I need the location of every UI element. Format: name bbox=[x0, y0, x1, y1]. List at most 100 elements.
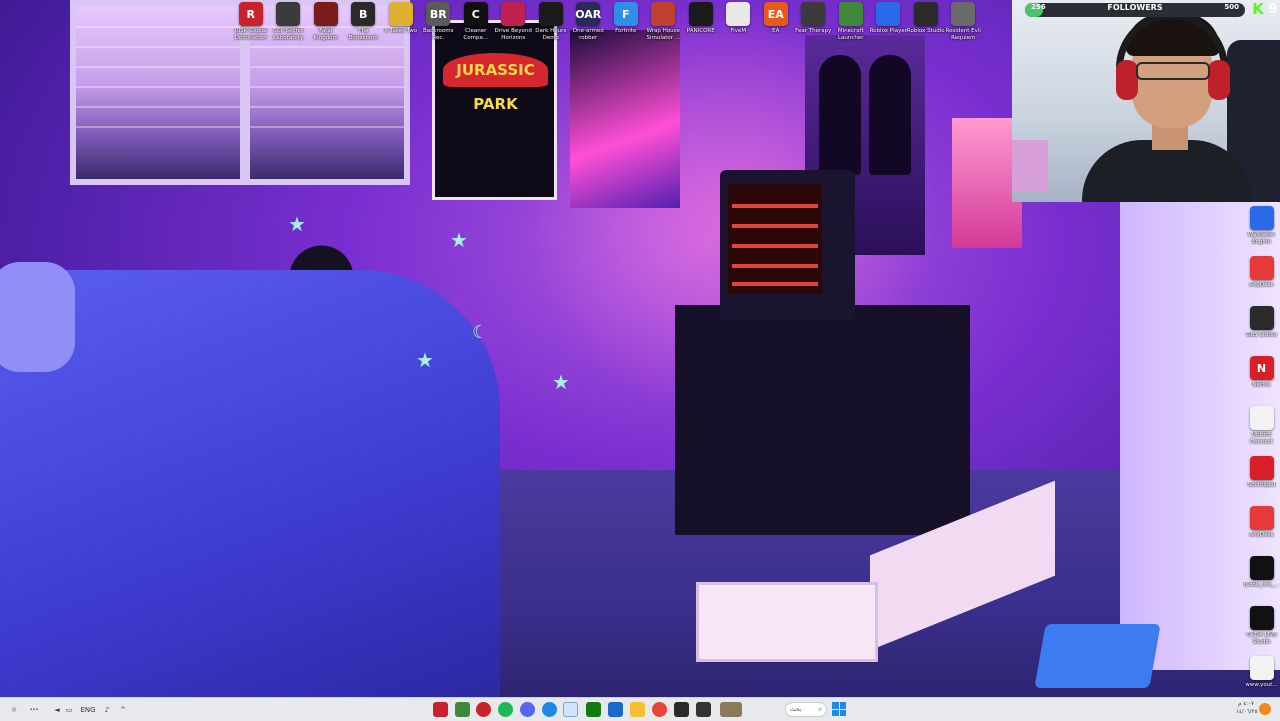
desktop-shortcut-label: Roblox Studio bbox=[906, 28, 945, 34]
desktop-shortcut[interactable]: SCP Secret Laboratory bbox=[270, 2, 308, 50]
taskbar-app-xbox-icon[interactable] bbox=[586, 702, 601, 717]
desktop-shortcut[interactable]: Dark Hours Demo bbox=[532, 2, 570, 50]
followers-label: FOLLOWERS bbox=[1107, 3, 1163, 12]
desktop-shortcut[interactable]: FiveM bbox=[720, 2, 758, 50]
app-icon bbox=[951, 2, 976, 26]
desktop-shortcut-label: Ubisoft Connect bbox=[1250, 432, 1273, 445]
taskbar-app-red-icon[interactable] bbox=[476, 702, 491, 717]
desktop-shortcut[interactable]: It Takes Two bbox=[382, 2, 420, 50]
desktop-shortcut[interactable]: Soundpad bbox=[1243, 456, 1280, 506]
desktop-shortcut[interactable]: AnyDesk bbox=[1243, 506, 1280, 556]
clock-time: ٤:٠٧ م bbox=[1238, 701, 1254, 707]
desktop-shortcut[interactable]: Fatal Kingdom bbox=[307, 2, 345, 50]
app-icon bbox=[1249, 306, 1274, 330]
desktop-shortcut-label: www.yout... bbox=[1245, 682, 1278, 688]
desktop-shortcut[interactable]: EA EA bbox=[757, 2, 795, 50]
desktop-shortcut-label: OBS Studio bbox=[1246, 332, 1277, 338]
app-icon bbox=[1249, 606, 1274, 630]
desktop-shortcut[interactable]: OAR One-armed robber bbox=[570, 2, 608, 50]
wallpaper-tv bbox=[720, 170, 855, 320]
tray-date-widget[interactable]: ••• bbox=[22, 702, 46, 717]
taskbar: ☼ ••• ◄ ▭ ENG ♪ ^ بحث ⌕ ٤:٠٧ م ١٤/٠٦/٢٥ bbox=[0, 697, 1280, 721]
desktop-icons-right-column: Wallpaper Engine AnyDesk OBS Studio N Netfli… bbox=[1243, 206, 1280, 706]
taskbar-app-terminal-icon[interactable] bbox=[674, 702, 689, 717]
network-icon[interactable]: ▭ bbox=[64, 702, 74, 717]
app-icon: R bbox=[238, 2, 263, 26]
desktop-shortcut-label: Drive Beyond Horizons bbox=[494, 28, 532, 41]
taskbar-app-risk-icon[interactable] bbox=[433, 702, 448, 717]
taskbar-app-store-icon[interactable] bbox=[608, 702, 623, 717]
headphone-left-cup bbox=[1116, 60, 1138, 100]
desktop-shortcut[interactable]: Resident Evil Requiem bbox=[945, 2, 983, 50]
desktop-shortcut[interactable]: Minecraft Launcher bbox=[832, 2, 870, 50]
taskbar-app-discord-icon[interactable] bbox=[520, 702, 535, 717]
app-icon: EA bbox=[763, 2, 788, 26]
desktop-shortcut-label: Minecraft Launcher bbox=[837, 28, 864, 41]
desktop-shortcut-label: Dark Hours Demo bbox=[535, 28, 567, 41]
taskbar-search-box[interactable]: بحث ⌕ bbox=[785, 702, 827, 717]
desktop-shortcut-label: AnyDesk bbox=[1249, 532, 1274, 538]
app-icon bbox=[1249, 206, 1274, 230]
desktop-shortcut-label: Netflix bbox=[1252, 382, 1271, 388]
taskbar-clock[interactable]: ٤:٠٧ م ١٤/٠٦/٢٥ bbox=[1236, 700, 1257, 720]
taskbar-app-minecraft-icon[interactable] bbox=[455, 702, 470, 717]
app-icon bbox=[1249, 656, 1274, 680]
speaker-icon[interactable]: ◄ bbox=[52, 702, 62, 717]
search-icon: ⌕ bbox=[818, 705, 822, 713]
webcam-wall-frame bbox=[1012, 140, 1048, 192]
desktop-shortcut[interactable]: F Fortnite bbox=[607, 2, 645, 50]
desktop-shortcut[interactable]: Ubisoft Connect bbox=[1243, 406, 1280, 456]
desktop-shortcut[interactable]: C Cleaner Compa... bbox=[457, 2, 495, 50]
desktop-shortcut[interactable]: tiktok_live_... bbox=[1243, 556, 1280, 606]
desktop-shortcut-label: Wallpaper Engine bbox=[1247, 232, 1276, 245]
kick-logo-icon: K bbox=[1252, 0, 1264, 18]
desktop-shortcut[interactable]: BR Backrooms Rec. bbox=[420, 2, 458, 50]
desktop-shortcut[interactable]: TikTok LIVE Studio bbox=[1243, 606, 1280, 656]
desktop-shortcut-label: tiktok_live_... bbox=[1243, 582, 1280, 588]
language-indicator[interactable]: ENG bbox=[80, 702, 96, 717]
desktop-shortcut[interactable]: PANICORE bbox=[682, 2, 720, 50]
desktop-shortcut[interactable]: Roblox Studio bbox=[907, 2, 945, 50]
desktop-shortcut[interactable]: Wallpaper Engine bbox=[1243, 206, 1280, 256]
headphone-right-cup bbox=[1208, 60, 1230, 100]
star-decoration-icon: ☾ bbox=[472, 322, 489, 343]
app-icon bbox=[1249, 456, 1274, 480]
app-icon bbox=[313, 2, 338, 26]
followers-goal-count: 500 bbox=[1224, 3, 1239, 11]
chevron-up-icon[interactable]: ^ bbox=[118, 702, 128, 717]
taskbar-app-spotify-icon[interactable] bbox=[498, 702, 513, 717]
app-icon bbox=[726, 2, 751, 26]
weather-icon[interactable]: ☼ bbox=[8, 702, 20, 717]
taskbar-app-game-icon[interactable] bbox=[696, 702, 711, 717]
taskbar-app-chrome-icon[interactable] bbox=[652, 702, 667, 717]
streamer-glasses bbox=[1136, 62, 1210, 80]
desktop-shortcut[interactable]: AnyDesk bbox=[1243, 256, 1280, 306]
notification-icon[interactable] bbox=[1259, 703, 1271, 715]
app-icon: F bbox=[613, 2, 638, 26]
search-placeholder: بحث bbox=[790, 706, 802, 713]
taskbar-app-widget-icon[interactable] bbox=[720, 702, 742, 717]
windows-start-icon[interactable] bbox=[832, 702, 846, 716]
desktop-shortcut[interactable]: OBS Studio bbox=[1243, 306, 1280, 356]
desktop-shortcut[interactable]: B The Bonesboro bbox=[345, 2, 383, 50]
desktop-shortcut[interactable]: R RISK Global Domination bbox=[232, 2, 270, 50]
app-icon bbox=[913, 2, 938, 26]
desktop-shortcut[interactable]: Roblox Player bbox=[870, 2, 908, 50]
desktop-shortcut-label: Resident Evil Requiem bbox=[945, 28, 981, 41]
desktop-shortcut[interactable]: Wrap House Simulator ... bbox=[645, 2, 683, 50]
desktop-shortcut[interactable]: Drive Beyond Horizons bbox=[495, 2, 533, 50]
star-decoration-icon: ★ bbox=[450, 228, 468, 252]
desktop-shortcut-label: SCP Secret Laboratory bbox=[273, 28, 304, 41]
taskbar-app-chrome-active-icon[interactable] bbox=[563, 702, 578, 717]
desktop-shortcut[interactable]: Fear Therapy bbox=[795, 2, 833, 50]
app-icon: N bbox=[1249, 356, 1274, 380]
desktop-shortcut-label: It Takes Two bbox=[384, 28, 418, 34]
desktop-shortcut-label: Fortnite bbox=[615, 28, 637, 34]
taskbar-app-file-explorer-icon[interactable] bbox=[630, 702, 645, 717]
desktop-shortcut[interactable]: N Netflix bbox=[1243, 356, 1280, 406]
app-icon bbox=[388, 2, 413, 26]
microphone-icon[interactable]: ♪ bbox=[102, 702, 112, 717]
desktop-shortcut-label: Cleaner Compa... bbox=[463, 28, 489, 41]
desktop-shortcut-label: Wrap House Simulator ... bbox=[646, 28, 681, 41]
taskbar-app-edge-icon[interactable] bbox=[542, 702, 557, 717]
